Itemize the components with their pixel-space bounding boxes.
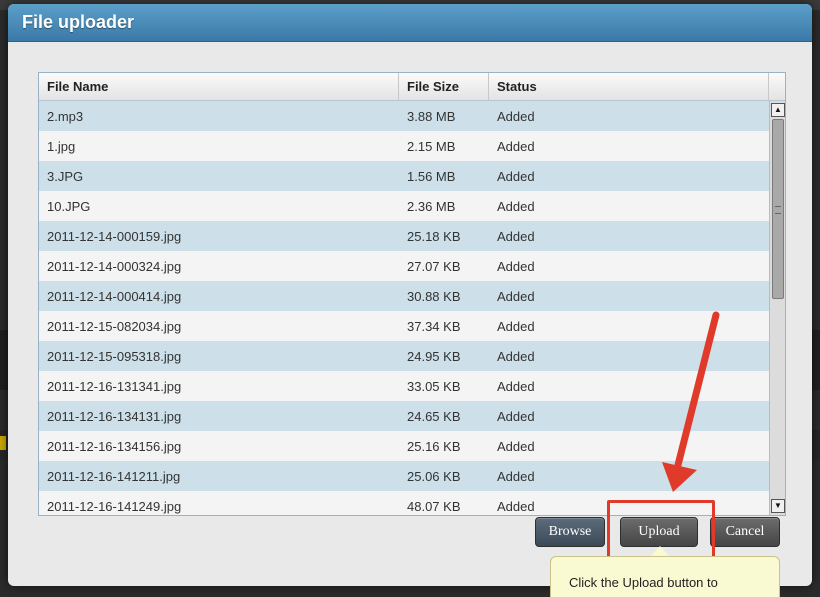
- cell-file-name: 10.JPG: [47, 198, 91, 214]
- browse-button[interactable]: Browse: [535, 517, 605, 547]
- table-row[interactable]: 2.mp3 3.88 MB Added: [39, 101, 769, 131]
- dialog-titlebar[interactable]: File uploader: [8, 4, 812, 42]
- cell-file-size: 24.95 KB: [407, 348, 461, 364]
- cell-file-size: 48.07 KB: [407, 498, 461, 514]
- table-row[interactable]: 2011-12-16-134156.jpg 25.16 KB Added: [39, 431, 769, 461]
- scroll-thumb[interactable]: [772, 119, 784, 299]
- cell-file-size: 24.65 KB: [407, 408, 461, 424]
- cell-file-size: 27.07 KB: [407, 258, 461, 274]
- cell-file-size: 1.56 MB: [407, 168, 456, 184]
- cancel-button[interactable]: Cancel: [710, 517, 780, 547]
- grid-header: File Name File Size Status: [39, 73, 785, 101]
- table-row[interactable]: 2011-12-16-131341.jpg 33.05 KB Added: [39, 371, 769, 401]
- cell-file-name: 2.mp3: [47, 108, 84, 124]
- cell-file-name: 2011-12-15-082034.jpg: [47, 318, 182, 334]
- cell-file-size: 30.88 KB: [407, 288, 461, 304]
- cell-file-name: 2011-12-16-134156.jpg: [47, 438, 182, 454]
- cell-file-size: 25.18 KB: [407, 228, 461, 244]
- cell-status: Added: [497, 378, 535, 394]
- cell-status: Added: [497, 438, 535, 454]
- cell-file-name: 2011-12-14-000159.jpg: [47, 228, 182, 244]
- dialog-title: File uploader: [22, 12, 135, 32]
- cell-file-size: 25.06 KB: [407, 468, 461, 484]
- vertical-scrollbar[interactable]: ▲ ▼: [769, 101, 785, 515]
- cell-file-name: 2011-12-16-141249.jpg: [47, 498, 182, 514]
- column-header-file-name[interactable]: File Name: [39, 73, 399, 100]
- grid-body: 2.mp3 3.88 MB Added 1.jpg 2.15 MB Added 3.JPG 1…: [39, 101, 769, 515]
- cell-status: Added: [497, 108, 535, 124]
- cell-file-size: 3.88 MB: [407, 108, 456, 124]
- cell-status: Added: [497, 198, 535, 214]
- cell-status: Added: [497, 228, 535, 244]
- file-uploader-dialog: File uploader File Name File Size Status…: [8, 4, 812, 586]
- cell-file-size: 37.34 KB: [407, 318, 461, 334]
- tooltip-text: Click the Upload button to: [569, 575, 718, 590]
- cell-file-size: 2.36 MB: [407, 198, 456, 214]
- cell-status: Added: [497, 288, 535, 304]
- scroll-down-icon[interactable]: ▼: [771, 499, 785, 513]
- table-row[interactable]: 10.JPG 2.36 MB Added: [39, 191, 769, 221]
- file-grid: File Name File Size Status 2.mp3 3.88 MB A…: [38, 72, 786, 516]
- cell-file-name: 2011-12-16-131341.jpg: [47, 378, 182, 394]
- cell-file-name: 3.JPG: [47, 168, 84, 184]
- table-row[interactable]: 2011-12-14-000324.jpg 27.07 KB Added: [39, 251, 769, 281]
- cell-file-name: 2011-12-16-134131.jpg: [47, 408, 182, 424]
- cell-file-name: 2011-12-14-000324.jpg: [47, 258, 182, 274]
- background-accent: [0, 436, 6, 450]
- cell-file-size: 2.15 MB: [407, 138, 456, 154]
- cell-file-name: 2011-12-15-095318.jpg: [47, 348, 182, 364]
- cell-status: Added: [497, 318, 535, 334]
- cell-status: Added: [497, 168, 535, 184]
- table-row[interactable]: 2011-12-14-000414.jpg 30.88 KB Added: [39, 281, 769, 311]
- cell-status: Added: [497, 468, 535, 484]
- cell-status: Added: [497, 138, 535, 154]
- cell-file-name: 2011-12-16-141211.jpg: [47, 468, 181, 484]
- cell-file-size: 33.05 KB: [407, 378, 461, 394]
- cell-status: Added: [497, 408, 535, 424]
- cell-status: Added: [497, 348, 535, 364]
- cell-file-name: 2011-12-14-000414.jpg: [47, 288, 182, 304]
- cell-file-size: 25.16 KB: [407, 438, 461, 454]
- upload-tooltip: Click the Upload button to: [550, 556, 780, 597]
- column-header-file-size[interactable]: File Size: [399, 73, 489, 100]
- scroll-up-icon[interactable]: ▲: [771, 103, 785, 117]
- cell-file-name: 1.jpg: [47, 138, 76, 154]
- table-row[interactable]: 2011-12-15-095318.jpg 24.95 KB Added: [39, 341, 769, 371]
- table-row[interactable]: 2011-12-15-082034.jpg 37.34 KB Added: [39, 311, 769, 341]
- table-row[interactable]: 2011-12-16-134131.jpg 24.65 KB Added: [39, 401, 769, 431]
- table-row[interactable]: 2011-12-16-141211.jpg 25.06 KB Added: [39, 461, 769, 491]
- column-header-status[interactable]: Status: [489, 73, 769, 100]
- table-row[interactable]: 1.jpg 2.15 MB Added: [39, 131, 769, 161]
- table-row[interactable]: 3.JPG 1.56 MB Added: [39, 161, 769, 191]
- cell-status: Added: [497, 258, 535, 274]
- table-row[interactable]: 2011-12-14-000159.jpg 25.18 KB Added: [39, 221, 769, 251]
